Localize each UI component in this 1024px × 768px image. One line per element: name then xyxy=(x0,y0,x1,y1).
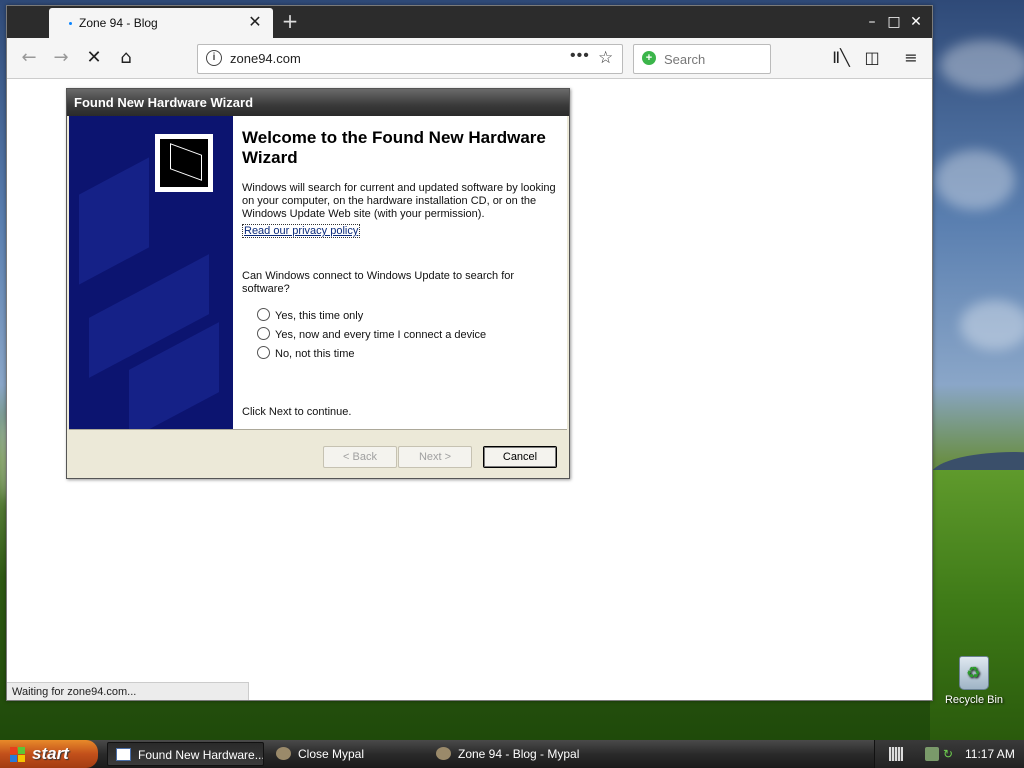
hardware-wizard-dialog: Found New Hardware Wizard Welcome to the… xyxy=(66,88,570,479)
taskbar-item-label: Found New Hardware... xyxy=(138,748,264,762)
menu-icon[interactable]: ≡ xyxy=(899,46,923,70)
search-engine-icon: + xyxy=(642,51,656,65)
option-yes-every-time[interactable]: Yes, now and every time I connect a devi… xyxy=(257,327,486,341)
banner-shape xyxy=(79,157,149,285)
browser-titlebar: Zone 94 - Blog ✕ + – □ ✕ xyxy=(7,6,932,38)
site-info-icon[interactable]: i xyxy=(206,50,222,66)
wizard-button-row: < Back Next > Cancel xyxy=(69,429,567,477)
wallpaper-cloud xyxy=(960,300,1024,350)
radio-button[interactable] xyxy=(257,308,270,321)
mypal-icon xyxy=(276,747,291,760)
wallpaper-cloud xyxy=(940,40,1024,90)
wizard-main-panel: Welcome to the Found New Hardware Wizard… xyxy=(233,116,567,429)
close-tab-icon[interactable]: ✕ xyxy=(246,13,264,31)
navigation-bar: ← → ✕ ⌂ i zone94.com ••• ☆ + Ⅱ╲ ◫ ≡ xyxy=(7,38,932,79)
safely-remove-icon[interactable]: ↻ xyxy=(943,747,957,761)
forward-arrow-icon[interactable]: → xyxy=(49,46,73,70)
taskbar-item-label: Close Mypal xyxy=(298,747,365,761)
option-label: No, not this time xyxy=(275,348,355,360)
tab-title: Zone 94 - Blog xyxy=(79,16,158,30)
page-actions-icon[interactable]: ••• xyxy=(570,47,590,65)
option-yes-this-time[interactable]: Yes, this time only xyxy=(257,308,363,322)
taskbar-item-hardware-wizard[interactable]: Found New Hardware... xyxy=(107,742,264,766)
option-label: Yes, this time only xyxy=(275,310,364,322)
clock[interactable]: 11:17 AM xyxy=(965,740,1015,768)
close-window-button[interactable]: ✕ xyxy=(906,12,926,32)
radio-button[interactable] xyxy=(257,346,270,359)
taskbar-item-close-mypal[interactable]: Close Mypal xyxy=(268,742,424,766)
wizard-heading: Welcome to the Found New Hardware Wizard xyxy=(242,128,546,167)
home-icon[interactable]: ⌂ xyxy=(114,46,138,70)
recycle-bin-icon xyxy=(959,656,989,690)
stop-loading-icon[interactable]: ✕ xyxy=(82,46,106,70)
taskbar: start Found New Hardware... Close Mypal … xyxy=(0,740,1024,768)
search-box[interactable]: + xyxy=(633,44,771,74)
minimize-button[interactable]: – xyxy=(862,12,882,32)
back-button[interactable]: < Back xyxy=(323,446,397,468)
hardware-icon xyxy=(155,134,213,192)
sidebar-icon[interactable]: ◫ xyxy=(860,46,884,70)
cancel-button[interactable]: Cancel xyxy=(483,446,557,468)
url-bar[interactable]: i zone94.com ••• ☆ xyxy=(197,44,623,74)
windows-logo-icon xyxy=(10,747,25,762)
recycle-bin-label: Recycle Bin xyxy=(944,694,1004,706)
url-text[interactable]: zone94.com xyxy=(230,51,301,66)
browser-tab[interactable]: Zone 94 - Blog ✕ xyxy=(49,8,273,38)
wizard-question: Can Windows connect to Windows Update to… xyxy=(242,270,515,295)
maximize-button[interactable]: □ xyxy=(884,12,904,32)
wallpaper-cloud xyxy=(935,150,1015,210)
taskbar-item-label: Zone 94 - Blog - Mypal xyxy=(458,747,580,761)
wizard-intro: Windows will search for current and upda… xyxy=(242,182,556,220)
mypal-icon xyxy=(436,747,451,760)
library-icon[interactable]: Ⅱ╲ xyxy=(829,46,853,70)
back-arrow-icon[interactable]: ← xyxy=(17,46,41,70)
wizard-side-banner xyxy=(69,116,233,429)
radio-button[interactable] xyxy=(257,327,270,340)
system-tray: ↻ 11:17 AM xyxy=(874,740,1024,768)
start-button[interactable]: start xyxy=(0,740,98,768)
wizard-title[interactable]: Found New Hardware Wizard xyxy=(67,89,569,116)
network-icon[interactable] xyxy=(925,747,939,761)
continue-instructions: Click Next to continue. xyxy=(242,406,352,418)
start-label: start xyxy=(32,744,69,763)
keyboard-icon[interactable] xyxy=(889,747,903,761)
bookmark-star-icon[interactable]: ☆ xyxy=(598,48,613,68)
option-label: Yes, now and every time I connect a devi… xyxy=(275,329,487,341)
recycle-bin[interactable]: Recycle Bin xyxy=(942,656,1006,706)
new-tab-button[interactable]: + xyxy=(279,10,301,32)
status-bar: Waiting for zone94.com... xyxy=(7,682,249,700)
loading-dot-icon xyxy=(69,22,72,25)
option-no-not-this-time[interactable]: No, not this time xyxy=(257,346,354,360)
window-icon xyxy=(116,748,131,761)
search-input[interactable] xyxy=(662,49,766,69)
privacy-policy-link[interactable]: Read our privacy policy xyxy=(242,224,361,238)
taskbar-item-zone94-mypal[interactable]: Zone 94 - Blog - Mypal xyxy=(428,742,584,766)
next-button[interactable]: Next > xyxy=(398,446,472,468)
